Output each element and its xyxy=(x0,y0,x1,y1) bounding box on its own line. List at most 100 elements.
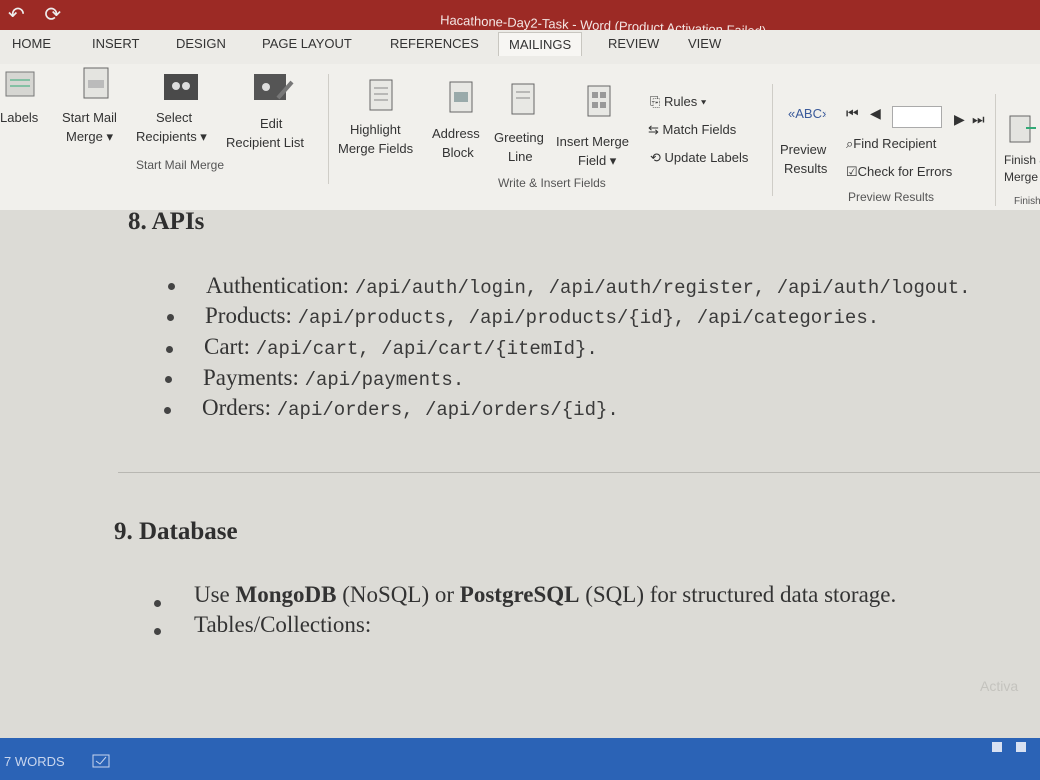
find-recipient-label: Find Recipient xyxy=(853,136,937,151)
last-record-icon[interactable]: ⏭ xyxy=(972,110,985,129)
check-errors-button[interactable]: ☑Check for Errors xyxy=(846,162,952,181)
preview-line1: Preview xyxy=(780,142,827,157)
check-errors-label: Check for Errors xyxy=(857,164,953,179)
tab-references[interactable]: REFERENCES xyxy=(390,36,479,51)
match-fields-icon: ⇆ xyxy=(648,122,659,137)
api-item-payments: Payments: /api/payments. xyxy=(203,365,464,391)
insert-merge-field-icon xyxy=(587,85,611,117)
proofing-icon[interactable] xyxy=(92,754,112,770)
status-bar: 7 WORDS xyxy=(0,738,1040,780)
start-mail-merge-line1: Start Mail xyxy=(62,110,117,125)
tab-design[interactable]: DESIGN xyxy=(176,36,226,51)
address-block-line1: Address xyxy=(432,126,480,141)
bullet xyxy=(164,407,171,414)
redo-icon[interactable]: ⟳ xyxy=(44,4,61,26)
highlight-merge-fields-icon xyxy=(369,79,393,111)
tab-review[interactable]: REVIEW xyxy=(608,36,659,51)
address-block-icon xyxy=(449,81,473,113)
preview-results-button[interactable]: Preview Results xyxy=(780,140,827,178)
api-item-products: Products: /api/products, /api/products/{… xyxy=(205,303,879,329)
address-block-button[interactable]: Address Block xyxy=(432,124,480,162)
db-mid: (NoSQL) or xyxy=(336,582,460,607)
greeting-line1: Greeting xyxy=(494,130,544,145)
api-item-label: Payments: xyxy=(203,365,299,390)
greeting-line-button[interactable]: Greeting Line xyxy=(494,128,544,166)
svg-text:«ABC»: «ABC» xyxy=(788,106,826,121)
edit-recipient-list-button[interactable]: Edit Recipient List xyxy=(226,114,304,152)
word-count[interactable]: 7 WORDS xyxy=(4,754,65,769)
finish-line1: Finish & xyxy=(1004,153,1040,167)
insert-merge-field-button[interactable]: Insert Merge Field ▾ xyxy=(556,132,629,170)
api-item-label: Orders: xyxy=(202,395,271,420)
api-item-endpoints: /api/auth/login, /api/auth/register, /ap… xyxy=(354,277,971,299)
insert-merge-line2: Field ▾ xyxy=(578,153,617,168)
api-item-endpoints: /api/payments. xyxy=(304,369,465,391)
api-item-endpoints: /api/products, /api/products/{id}, /api/… xyxy=(297,307,880,329)
db-item-tables: Tables/Collections: xyxy=(194,612,372,637)
check-errors-icon: ☑ xyxy=(846,164,858,179)
address-block-line2: Block xyxy=(442,145,474,160)
bullet xyxy=(154,628,161,635)
start-mail-merge-button[interactable]: Start Mail Merge ▾ xyxy=(62,108,117,146)
api-item-endpoints: /api/orders, /api/orders/{id}. xyxy=(276,399,619,421)
tab-home[interactable]: HOME xyxy=(12,36,51,51)
section-heading-database: 9. Database xyxy=(114,518,238,545)
db-pre: Use xyxy=(194,582,236,607)
horizontal-rule xyxy=(118,472,1040,473)
finish-merge-button[interactable]: Finish & Merge ▾ xyxy=(1004,152,1040,186)
match-fields-label: Match Fields xyxy=(662,122,737,137)
preview-results-icon: «ABC» xyxy=(788,106,826,121)
next-record-icon[interactable]: ▶ xyxy=(954,110,965,129)
mailings-ribbon: Labels Start Mail Merge ▾ Select Recipie… xyxy=(0,64,1040,211)
tab-mailings[interactable]: MAILINGS xyxy=(498,32,583,56)
find-recipient-button[interactable]: ⌕Find Recipient xyxy=(846,134,936,153)
tab-page-layout[interactable]: PAGE LAYOUT xyxy=(262,36,352,51)
preview-line2: Results xyxy=(784,161,828,176)
highlight-line1: Highlight xyxy=(350,122,401,137)
section-heading-apis: 8. APIs xyxy=(128,208,205,235)
match-fields-button[interactable]: ⇆ Match Fields xyxy=(648,120,736,139)
select-recipients-button[interactable]: Select Recipients ▾ xyxy=(136,108,207,146)
db-post: (SQL) for structured data storage. xyxy=(579,582,897,607)
ribbon-tabs: HOME INSERT DESIGN PAGE LAYOUT REFERENCE… xyxy=(0,30,1040,64)
rules-label: Rules ▾ xyxy=(664,94,707,109)
group-separator xyxy=(772,84,773,196)
labels-icon xyxy=(5,71,35,97)
tab-insert[interactable]: INSERT xyxy=(92,36,139,51)
start-mail-merge-icon xyxy=(83,67,109,99)
db-postgresql: PostgreSQL xyxy=(459,582,580,607)
rules-icon: ⎘ xyxy=(650,94,661,109)
rules-button[interactable]: ⎘ Rules ▾ xyxy=(650,92,706,111)
tab-view[interactable]: VIEW xyxy=(688,36,721,51)
update-labels-button[interactable]: ⟲ Update Labels xyxy=(650,148,748,167)
view-mode-icons[interactable] xyxy=(990,740,1030,754)
api-item-endpoints: /api/cart, /api/cart/{itemId}. xyxy=(255,338,598,360)
quick-access-toolbar[interactable]: ↶ ⟳ xyxy=(8,2,88,28)
group-start-mail-merge: Start Mail Merge xyxy=(136,158,225,172)
bullet xyxy=(165,376,172,383)
finish-line2: Merge ▾ xyxy=(1004,170,1040,184)
edit-recipient-line1: Edit xyxy=(260,116,283,131)
insert-merge-line1: Insert Merge xyxy=(556,134,629,149)
bullet xyxy=(167,314,174,321)
group-write-insert: Write & Insert Fields xyxy=(498,176,606,190)
group-separator xyxy=(328,74,329,184)
start-mail-merge-line2: Merge ▾ xyxy=(66,129,113,144)
greeting-line2: Line xyxy=(508,149,533,164)
previous-record-icon[interactable]: ◀ xyxy=(870,104,881,123)
db-item-storage: Use MongoDB (NoSQL) or PostgreSQL (SQL) … xyxy=(194,582,896,608)
first-record-icon[interactable]: ⏮ xyxy=(846,104,859,123)
highlight-line2: Merge Fields xyxy=(338,141,414,156)
api-item-label: Authentication: xyxy=(206,273,350,298)
record-number-input[interactable] xyxy=(892,106,942,128)
api-item-orders: Orders: /api/orders, /api/orders/{id}. xyxy=(202,395,619,421)
select-recipients-icon xyxy=(164,74,198,100)
activation-watermark: Activa xyxy=(980,678,1019,694)
labels-button[interactable]: Labels xyxy=(0,108,38,127)
api-item-label: Products: xyxy=(205,303,292,328)
update-labels-icon: ⟲ xyxy=(650,150,661,165)
highlight-merge-fields-button[interactable]: Highlight Merge Fields xyxy=(338,120,413,158)
undo-icon[interactable]: ↶ xyxy=(8,4,25,26)
title-bar: ↶ ⟳ Hacathone-Day2-Task - Word (Product … xyxy=(0,0,1040,39)
edit-recipient-line2: Recipient List xyxy=(226,135,305,150)
